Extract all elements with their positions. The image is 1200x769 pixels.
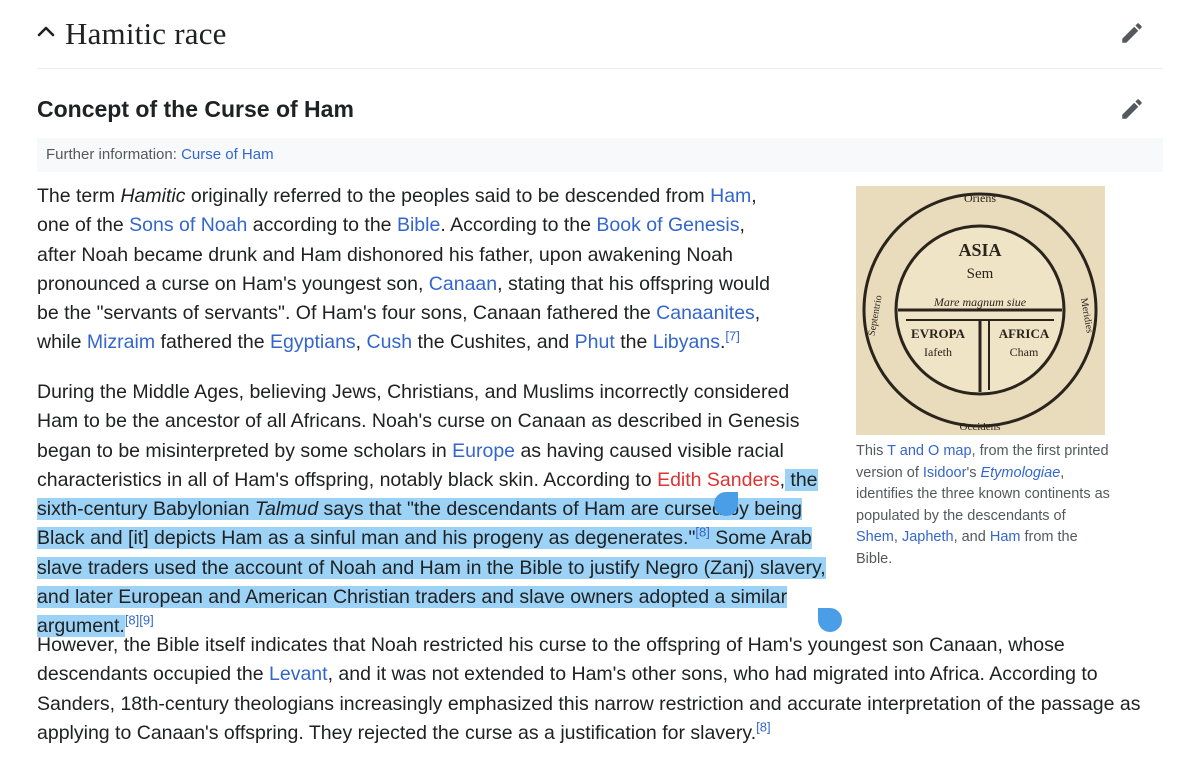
text: the Cushites, and xyxy=(412,331,575,354)
link-phut[interactable]: Phut xyxy=(575,331,615,353)
paragraph-1: The term Hamitic originally referred to … xyxy=(37,182,782,358)
hatnote: Further information: Curse of Ham xyxy=(37,138,1163,172)
selected-text[interactable]: the sixth-century Babylonian Talmud says… xyxy=(37,468,826,638)
citation-8[interactable]: [8] xyxy=(125,613,139,628)
text: . According to the xyxy=(440,214,597,237)
map-label-sem: Sem xyxy=(967,266,994,282)
link-ham[interactable]: Ham xyxy=(990,529,1021,545)
link-etymologiae[interactable]: Etymologiae xyxy=(980,465,1060,481)
link-curse-of-ham[interactable]: Curse of Ham xyxy=(181,146,274,163)
link-canaan[interactable]: Canaan xyxy=(429,273,497,295)
map-label-oriens: Oriens xyxy=(964,191,996,205)
link-sons-of-noah[interactable]: Sons of Noah xyxy=(129,214,247,236)
pencil-icon[interactable] xyxy=(1119,96,1145,122)
t-and-o-map-image[interactable]: Oriens Occidens ASIA Sem Mare magnum siu… xyxy=(856,186,1105,435)
link-ham[interactable]: Ham xyxy=(710,185,751,207)
map-label-mare: Mare magnum siue xyxy=(933,295,1027,309)
text: The term xyxy=(37,185,121,207)
section-title: Hamitic race xyxy=(65,16,227,51)
selection-end-handle[interactable] xyxy=(818,608,842,632)
map-label-iafeth: Iafeth xyxy=(924,345,952,359)
link-mizraim[interactable]: Mizraim xyxy=(87,331,155,353)
text: according to the xyxy=(247,214,397,237)
paragraph-3: However, the Bible itself indicates that… xyxy=(37,631,1163,748)
article-page: Hamitic race Concept of the Curse of Ham… xyxy=(0,0,1200,769)
map-label-occidens: Occidens xyxy=(960,421,1001,433)
link-japheth[interactable]: Japheth xyxy=(902,529,954,545)
citation-9[interactable]: [9] xyxy=(139,613,153,628)
text: This xyxy=(856,443,888,459)
text: 's xyxy=(966,464,981,481)
citation-8[interactable]: [8] xyxy=(695,525,709,540)
selection-start-handle[interactable] xyxy=(714,492,738,516)
text: the xyxy=(614,331,653,354)
pencil-icon[interactable] xyxy=(1119,20,1145,46)
text: , xyxy=(893,529,902,545)
text: fathered the xyxy=(155,331,271,354)
term-hamitic: Hamitic xyxy=(120,185,186,207)
figure-t-and-o-map: Oriens Occidens ASIA Sem Mare magnum siu… xyxy=(856,186,1116,570)
text: , and xyxy=(953,529,990,545)
chevron-up-icon[interactable] xyxy=(37,22,55,40)
text: , xyxy=(355,331,367,354)
link-t-and-o-map[interactable]: T and O map xyxy=(887,443,971,459)
link-book-of-genesis[interactable]: Book of Genesis xyxy=(596,214,739,236)
map-label-europa: EVROPA xyxy=(911,326,966,341)
hatnote-prefix: Further information: xyxy=(46,146,182,163)
map-label-africa: AFRICA xyxy=(999,326,1050,341)
figure-caption: This T and O map, from the first printed… xyxy=(856,441,1111,570)
citation-7[interactable]: [7] xyxy=(725,329,739,344)
map-label-asia: ASIA xyxy=(958,240,1001,260)
link-edith-sanders[interactable]: Edith Sanders xyxy=(657,469,780,491)
link-europe[interactable]: Europe xyxy=(452,440,515,462)
map-label-cham: Cham xyxy=(1010,345,1039,359)
citation-8[interactable]: [8] xyxy=(756,719,770,734)
link-egyptians[interactable]: Egyptians xyxy=(270,331,356,353)
link-cush[interactable]: Cush xyxy=(367,331,413,353)
link-isidoor[interactable]: Isidoor xyxy=(923,465,967,481)
link-canaanites[interactable]: Canaanites xyxy=(656,302,755,324)
link-bible[interactable]: Bible xyxy=(397,214,440,236)
term-talmud: Talmud xyxy=(254,498,319,521)
section-header[interactable]: Hamitic race xyxy=(37,8,1163,69)
link-levant[interactable]: Levant xyxy=(269,663,328,685)
link-libyans[interactable]: Libyans xyxy=(653,331,720,353)
link-shem[interactable]: Shem xyxy=(856,529,894,545)
paragraph-2: During the Middle Ages, believing Jews, … xyxy=(37,378,827,642)
text: originally referred to the peoples said … xyxy=(185,185,711,207)
subsection-title: Concept of the Curse of Ham xyxy=(37,96,354,122)
